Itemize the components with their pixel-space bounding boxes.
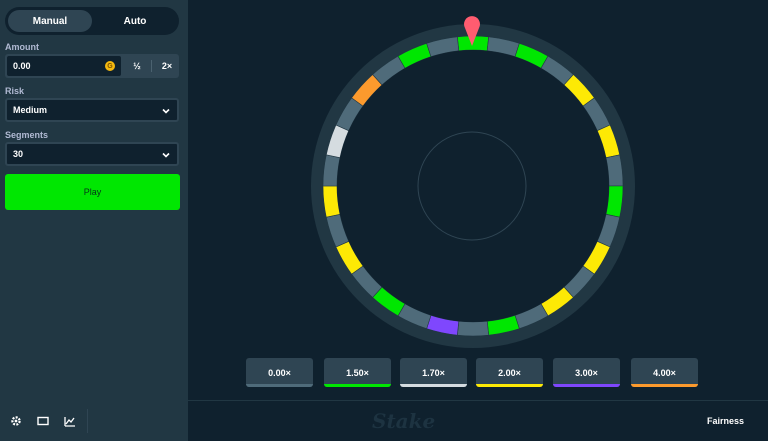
- footer-divider: [87, 409, 88, 433]
- wheel-segment-gray: [456, 320, 490, 337]
- fairness-link[interactable]: Fairness: [707, 416, 744, 426]
- multiplier-chip: 4.00×: [631, 358, 698, 387]
- multiplier-color-bar: [631, 384, 698, 387]
- stake-logo: Stake: [372, 409, 436, 433]
- multiplier-label: 3.00×: [575, 367, 598, 378]
- theatre-mode-icon[interactable]: [37, 415, 49, 427]
- multiplier-chip: 0.00×: [246, 358, 313, 387]
- multiplier-label: 1.70×: [422, 367, 445, 378]
- multiplier-color-bar: [400, 384, 467, 387]
- multiplier-label: 0.00×: [268, 367, 291, 378]
- multiplier-chip: 3.00×: [553, 358, 620, 387]
- footer-left: [0, 401, 188, 441]
- multiplier-color-bar: [324, 384, 391, 387]
- multiplier-color-bar: [476, 384, 543, 387]
- multiplier-chip: 2.00×: [476, 358, 543, 387]
- multiplier-label: 2.00×: [498, 367, 521, 378]
- wheel-board: [311, 16, 635, 348]
- multiplier-chip: 1.70×: [400, 358, 467, 387]
- multiplier-label: 1.50×: [346, 367, 369, 378]
- footer: Stake Fairness: [0, 400, 768, 441]
- multiplier-chip: 1.50×: [324, 358, 391, 387]
- stats-icon[interactable]: [64, 415, 76, 427]
- multiplier-color-bar: [246, 384, 313, 387]
- multiplier-label: 4.00×: [653, 367, 676, 378]
- multiplier-color-bar: [553, 384, 620, 387]
- wheel-inner-disc: [337, 50, 609, 322]
- gear-icon[interactable]: [10, 415, 22, 427]
